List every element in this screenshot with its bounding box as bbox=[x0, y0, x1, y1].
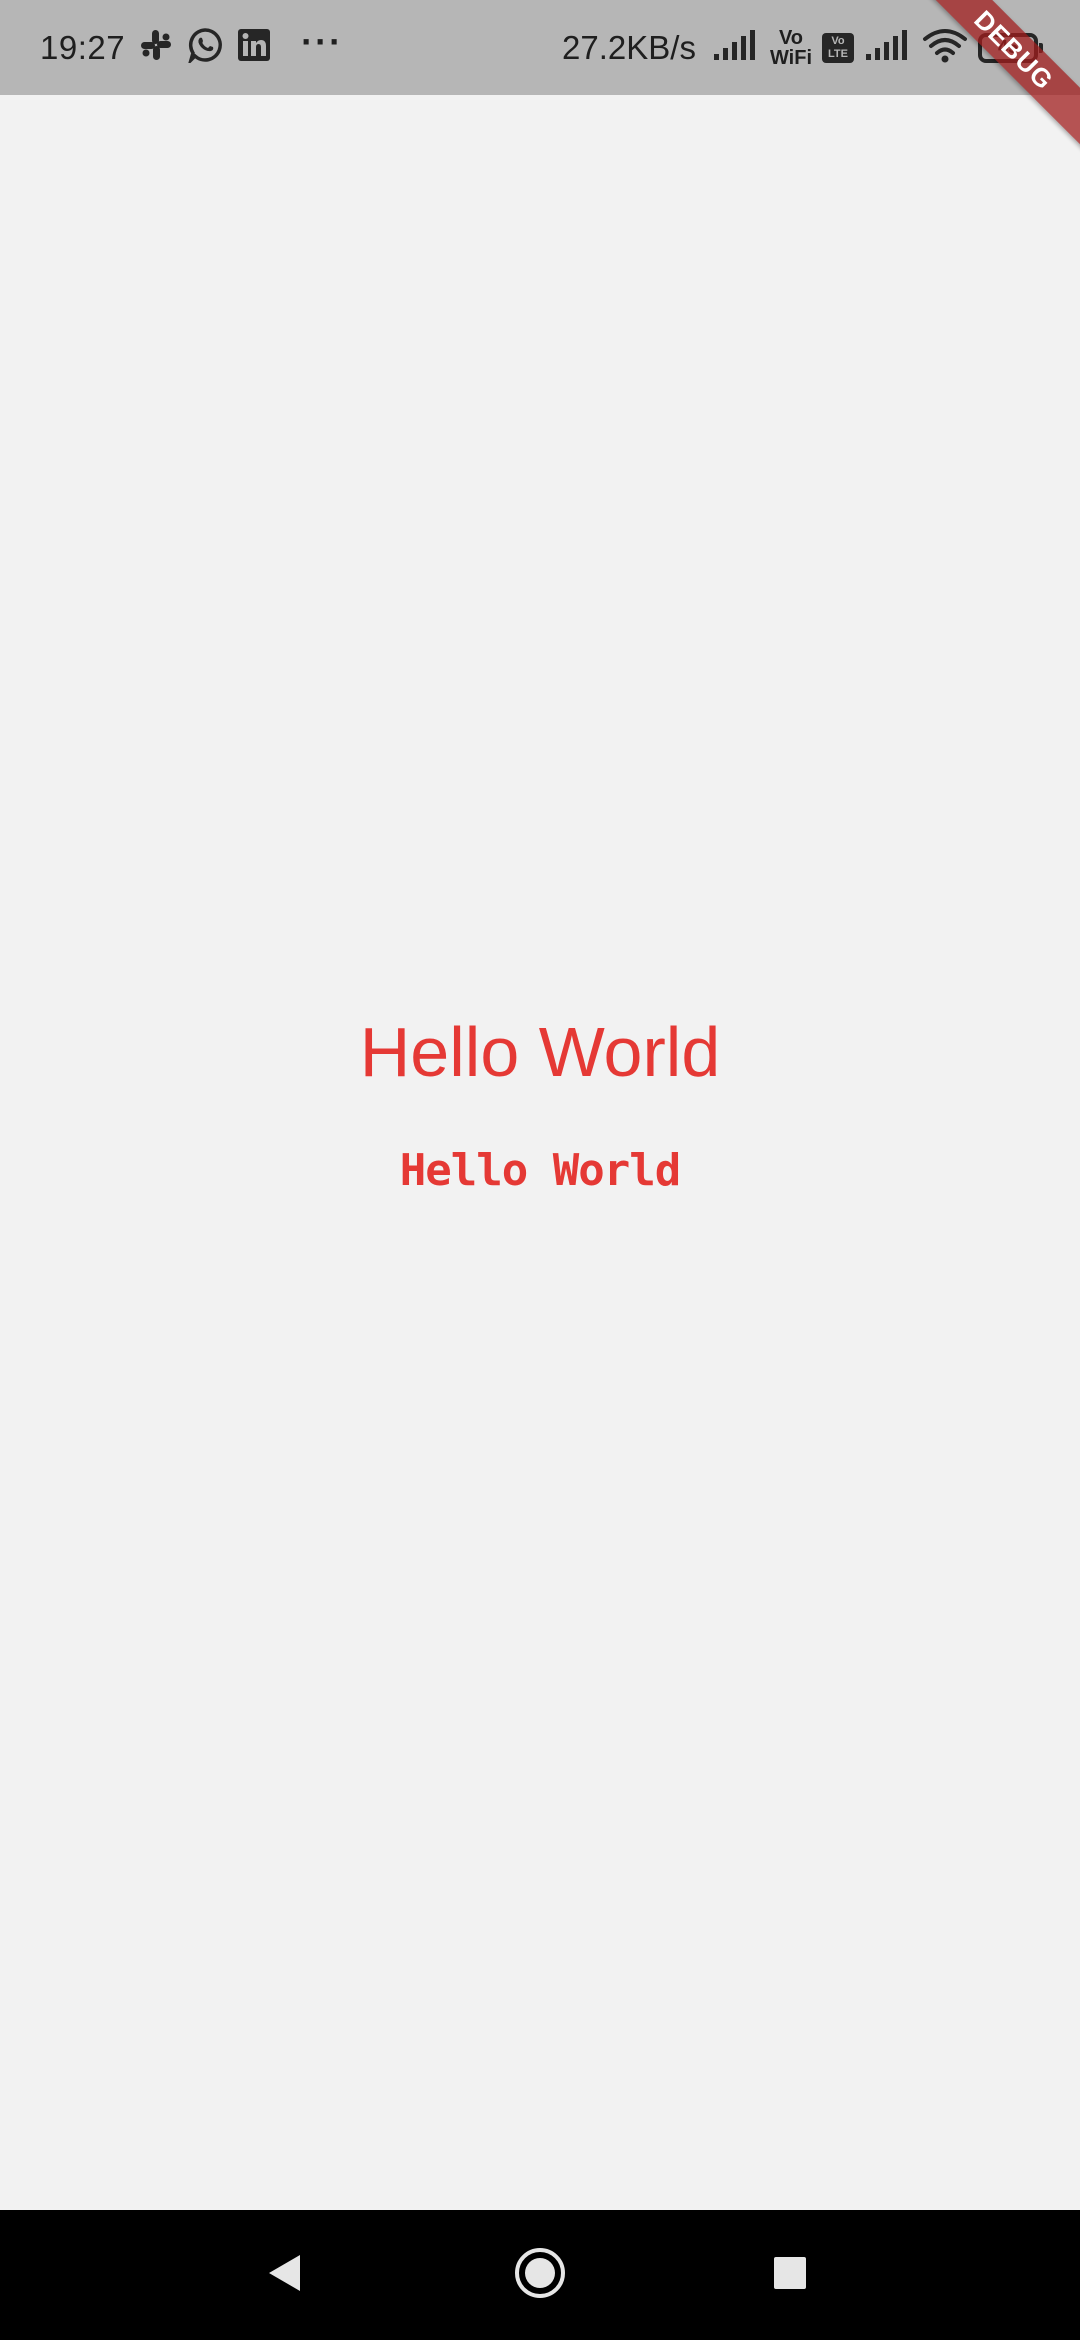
back-button[interactable] bbox=[224, 2210, 344, 2340]
network-speed: 27.2KB/s bbox=[562, 28, 696, 66]
volte-bottom: LTE bbox=[828, 47, 848, 60]
signal-icon bbox=[864, 28, 912, 67]
status-bar: 19:27 ··· 27.2KB/s Vo WiFi Vo LTE 45 bbox=[0, 0, 1080, 95]
home-button[interactable] bbox=[480, 2210, 600, 2340]
battery-level: 45 bbox=[997, 37, 1019, 57]
wifi-icon bbox=[922, 27, 968, 68]
vowifi-top: Vo bbox=[778, 26, 804, 49]
status-bar-left: 19:27 ··· bbox=[40, 0, 343, 95]
vowifi-bottom: WiFi bbox=[769, 46, 812, 69]
status-bar-right: 27.2KB/s Vo WiFi Vo LTE 45 bbox=[562, 0, 1043, 95]
vowifi-icon: Vo WiFi bbox=[770, 28, 812, 68]
recents-icon bbox=[772, 2255, 808, 2296]
hello-world-text: Hello World bbox=[359, 1013, 721, 1091]
volte-top: Vo bbox=[831, 34, 845, 47]
more-notifications-icon: ··· bbox=[301, 20, 344, 62]
navigation-bar bbox=[0, 2210, 1080, 2340]
slack-icon bbox=[139, 28, 173, 67]
recents-button[interactable] bbox=[730, 2210, 850, 2340]
signal-icon bbox=[712, 28, 760, 67]
hello-world-pixel-text: Hello World bbox=[399, 1145, 681, 1196]
battery-icon: 45 bbox=[978, 32, 1043, 63]
linkedin-icon bbox=[237, 28, 271, 67]
clock: 19:27 bbox=[40, 28, 126, 66]
whatsapp-icon bbox=[187, 27, 223, 68]
home-icon bbox=[513, 2246, 567, 2305]
main-content: Hello World Hello World bbox=[0, 95, 1080, 2210]
back-icon bbox=[264, 2251, 304, 2300]
volte-icon: Vo LTE bbox=[822, 32, 854, 63]
